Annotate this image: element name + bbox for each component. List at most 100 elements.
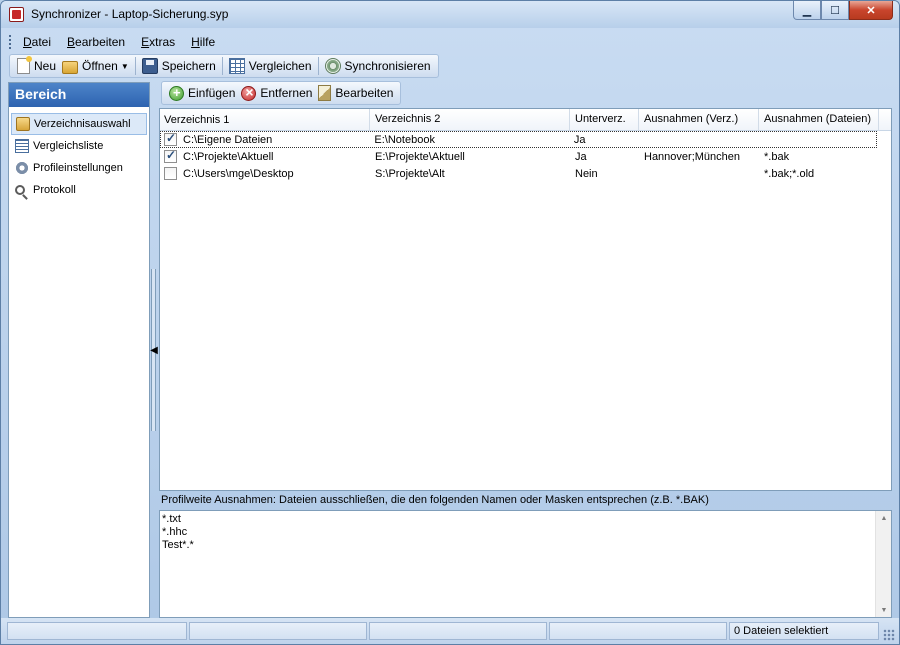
app-window: Synchronizer - Laptop-Sicherung.syp ▁ ☐ … (0, 0, 900, 645)
table-row[interactable]: C:\Eigene Dateien E:\Notebook Ja (160, 131, 877, 148)
minimize-button[interactable]: ▁ (793, 1, 821, 20)
synchronize-button-label: Synchronisieren (344, 59, 431, 73)
sidebar-item-label: Profileinstellungen (33, 162, 123, 174)
open-button[interactable]: Öffnen ▼ (59, 56, 132, 76)
save-disk-icon (141, 58, 158, 74)
exclusions-scrollbar[interactable]: ▲ ▼ (875, 511, 891, 617)
column-header-exc-files[interactable]: Ausnahmen (Dateien) (759, 109, 879, 131)
toolbar-separator (134, 57, 136, 75)
dir1-cell: C:\Projekte\Aktuell (160, 150, 370, 163)
exclusion-line: Test*.* (162, 539, 194, 551)
dir2-cell: E:\Notebook (374, 133, 435, 146)
list-icon (15, 139, 29, 153)
exc-files-cell: *.bak;*.old (764, 167, 815, 180)
column-header-dir2[interactable]: Verzeichnis 2 (370, 109, 570, 131)
sidebar-item-protokoll[interactable]: Protokoll (11, 179, 147, 201)
sidebar-item-profileinstellungen[interactable]: Profileinstellungen (11, 157, 147, 179)
menu-grip-icon[interactable] (9, 35, 15, 49)
edit-icon (318, 85, 332, 101)
dropdown-arrow-icon[interactable]: ▼ (121, 62, 129, 71)
maximize-button[interactable]: ☐ (821, 1, 849, 20)
edit-button[interactable]: Bearbeiten (315, 83, 396, 103)
sidebar-item-vergleichsliste[interactable]: Vergleichsliste (11, 135, 147, 157)
menu-extras[interactable]: Extras (141, 35, 175, 49)
scroll-up-icon[interactable]: ▲ (876, 511, 892, 525)
sidebar-item-label: Vergleichsliste (33, 140, 104, 152)
sidebar-item-verzeichnisauswahl[interactable]: Verzeichnisauswahl (11, 113, 147, 135)
list-toolbar: Einfügen Entfernen Bearbeiten (161, 81, 402, 105)
scroll-down-icon[interactable]: ▼ (876, 603, 892, 617)
sidebar-item-label: Protokoll (33, 184, 76, 196)
menu-hilfe-label: ilfe (199, 35, 216, 49)
menu-datei[interactable]: Datei (23, 35, 51, 49)
status-pane (189, 622, 367, 640)
table-row[interactable]: C:\Users\mge\Desktop S:\Projekte\Alt Nei… (160, 165, 891, 182)
save-button[interactable]: Speichern (139, 56, 219, 76)
dir1-cell: C:\Users\mge\Desktop (160, 167, 370, 180)
exclusions-label: Profilweite Ausnahmen: Dateien ausschlie… (161, 494, 709, 506)
menu-bearbeiten[interactable]: Bearbeiten (67, 35, 125, 49)
compare-grid-icon (228, 58, 245, 74)
status-pane (549, 622, 727, 640)
status-selection-count: 0 Dateien selektiert (729, 622, 879, 640)
row-checkbox[interactable] (164, 167, 177, 180)
menu-hilfe[interactable]: Hilfe (191, 35, 215, 49)
open-button-label: Öffnen (82, 59, 118, 73)
status-pane (7, 622, 187, 640)
menu-datei-label: atei (31, 35, 52, 49)
menu-hilfe-key: H (191, 35, 200, 49)
toolbar-separator (221, 57, 223, 75)
save-button-label: Speichern (161, 59, 216, 73)
row-checkbox[interactable] (164, 150, 177, 163)
exclusions-lines: *.txt *.hhc Test*.* (162, 513, 194, 552)
subdirs-cell: Ja (575, 150, 587, 163)
toolbar-separator (317, 57, 319, 75)
compare-button[interactable]: Vergleichen (226, 56, 315, 76)
folders-icon (16, 117, 30, 131)
exc-dirs-cell: Hannover;München (644, 150, 741, 163)
dir2-cell: E:\Projekte\Aktuell (375, 150, 465, 163)
add-button-label: Einfügen (188, 86, 236, 100)
subdirs-cell: Nein (575, 167, 598, 180)
menu-bearbeiten-label: earbeiten (75, 35, 126, 49)
compare-button-label: Vergleichen (248, 59, 312, 73)
panel-splitter[interactable]: ◀ (150, 269, 158, 431)
sync-gear-icon (324, 58, 341, 74)
exclusion-line: *.hhc (162, 526, 188, 538)
gear-icon (15, 161, 29, 175)
window-title: Synchronizer - Laptop-Sicherung.syp (31, 7, 229, 21)
directory-table: Verzeichnis 1 Verzeichnis 2 Unterverz. A… (159, 108, 892, 491)
sidebar-header: Bereich (9, 83, 149, 107)
collapse-left-icon[interactable]: ◀ (150, 345, 158, 356)
open-folder-icon (62, 60, 79, 74)
title-bar[interactable]: Synchronizer - Laptop-Sicherung.syp ▁ ☐ … (1, 1, 899, 28)
exclusion-line: *.txt (162, 513, 181, 525)
add-icon (169, 85, 184, 101)
sidebar-panel: Bereich Verzeichnisauswahl Vergleichslis… (8, 82, 150, 618)
edit-button-label: Bearbeiten (335, 86, 394, 100)
remove-icon (241, 84, 257, 101)
remove-button[interactable]: Entfernen (238, 83, 315, 103)
close-button[interactable]: ✕ (849, 1, 893, 20)
app-icon[interactable] (9, 7, 24, 22)
menu-bar: Datei Bearbeiten Extras Hilfe (9, 31, 891, 53)
synchronize-button[interactable]: Synchronisieren (322, 56, 434, 76)
remove-button-label: Entfernen (260, 86, 313, 100)
menu-extras-key: E (141, 35, 150, 49)
caption-buttons: ▁ ☐ ✕ (793, 1, 893, 21)
column-header-dir1[interactable]: Verzeichnis 1 (160, 109, 370, 131)
table-row[interactable]: C:\Projekte\Aktuell E:\Projekte\Aktuell … (160, 148, 891, 165)
add-button[interactable]: Einfügen (166, 83, 238, 103)
sidebar-item-label: Verzeichnisauswahl (34, 118, 131, 130)
subdirs-cell: Ja (573, 133, 586, 146)
exclusions-textarea[interactable]: *.txt *.hhc Test*.* ▲ ▼ (159, 510, 892, 618)
column-header-exc-dirs[interactable]: Ausnahmen (Verz.) (639, 109, 759, 131)
new-button[interactable]: Neu (14, 56, 59, 76)
menu-extras-label: xtras (149, 35, 176, 49)
column-header-subdirs[interactable]: Unterverz. (570, 109, 639, 131)
dir1-value: C:\Eigene Dateien (183, 133, 273, 146)
status-pane (369, 622, 547, 640)
resize-grip-icon[interactable] (883, 629, 895, 641)
menu-datei-key: D (23, 35, 32, 49)
row-checkbox[interactable] (164, 133, 177, 146)
